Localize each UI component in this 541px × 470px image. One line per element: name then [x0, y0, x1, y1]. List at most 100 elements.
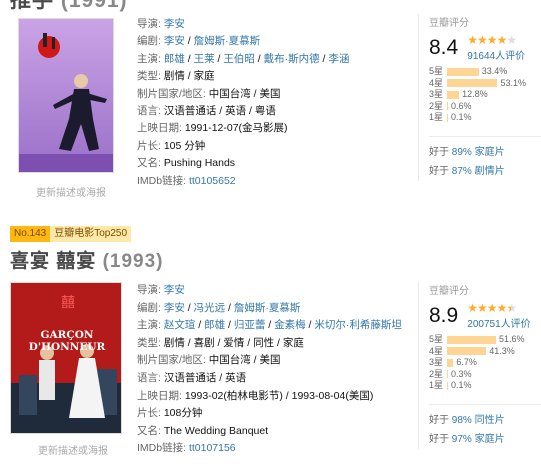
rating-stars-wrap: ★★★★★ 91644人评价	[467, 33, 525, 62]
release-value: 1991-12-07(金马影展)	[184, 122, 288, 135]
star-full-icon: ★	[477, 301, 488, 315]
histogram-star-label: 1星	[429, 112, 444, 122]
cast-link[interactable]: 赵文瑄	[164, 319, 196, 331]
movie-section-2: No.143 豆瓣电影Top250 喜宴 囍宴 (1993) 囍 GARÇON …	[0, 226, 541, 470]
cast-link[interactable]: 戴布·斯内德	[264, 53, 320, 65]
cast-link[interactable]: 李涵	[328, 53, 349, 65]
director-row: 导演: 李安	[137, 16, 407, 33]
histogram-percent: 41.3%	[489, 345, 515, 356]
histogram-percent: 51.6%	[499, 334, 525, 344]
rating-label: 豆瓣评分	[429, 286, 469, 297]
better-than: 好于 98% 同性片 好于 97% 家庭片	[429, 403, 541, 449]
histogram-bar	[447, 358, 454, 367]
writer-link[interactable]: 李安	[164, 35, 185, 47]
aka-row: 又名: The Wedding Banquet	[137, 423, 407, 441]
movie-info: 导演: 李安 编剧: 李安 / 詹姆斯·夏慕斯 主演: 郎雄 / 王莱 / 王伯…	[137, 16, 407, 190]
histogram-percent: 0.6%	[451, 100, 472, 111]
histogram-row: 1星 0.1%	[429, 380, 541, 392]
rating-summary: 8.4 ★★★★★ 91644人评价	[429, 33, 541, 62]
histogram-row: 1星 0.1%	[429, 112, 541, 124]
release-value: 1993-02(柏林电影节) / 1993-08-04(美国)	[184, 389, 374, 402]
top250-badge[interactable]: No.143 豆瓣电影Top250	[10, 226, 132, 242]
runtime-key: 片长:	[137, 139, 161, 152]
cast-link[interactable]: 金素梅	[274, 319, 306, 331]
director-link[interactable]: 李安	[164, 284, 185, 296]
release-key: 上映日期:	[137, 122, 182, 135]
writer-link[interactable]: 冯光远	[194, 302, 226, 314]
histogram-percent: 0.3%	[451, 368, 472, 379]
imdb-link[interactable]: tt0107156	[189, 442, 236, 454]
histogram-star-label: 1星	[429, 380, 444, 390]
writer-row: 编剧: 李安 / 詹姆斯·夏慕斯	[137, 35, 261, 48]
histogram-bar	[447, 347, 487, 356]
cast-link[interactable]: 王伯昭	[223, 53, 255, 65]
rating-score: 8.9	[429, 303, 459, 327]
rating-histogram: 5星 51.6% 4星 41.3% 3星 6.7% 2星 0.3% 1星 0.1%	[429, 334, 541, 392]
better-than-link[interactable]: 98% 同性片	[452, 415, 505, 426]
cast-row: 主演: 郎雄 / 王莱 / 王伯昭 / 戴布·斯内德 / 李涵	[137, 52, 350, 65]
runtime-key: 片长:	[137, 407, 161, 420]
movie-poster[interactable]	[18, 18, 114, 173]
histogram-percent: 53.1%	[500, 77, 526, 88]
country-row: 制片国家/地区: 中国台湾 / 美国	[137, 86, 407, 103]
writer-link[interactable]: 李安	[164, 302, 185, 314]
release-key: 上映日期:	[137, 389, 182, 402]
histogram-star-label: 4星	[429, 77, 444, 88]
histogram-bar	[447, 102, 448, 111]
histogram-row: 3星 6.7%	[429, 357, 541, 369]
cast-row: 主演: 赵文瑄 / 郎雄 / 归亚蕾 / 金素梅 / 米切尔·利希藤斯坦	[137, 319, 402, 332]
rating-panel: 豆瓣评分 8.9 ★★★★★ 200751人评价 5星 51.6% 4星 41.3% 3…	[418, 282, 541, 449]
writer-link[interactable]: 詹姆斯·夏慕斯	[194, 35, 261, 47]
director-link[interactable]: 李安	[164, 18, 185, 30]
runtime-value: 108分钟	[163, 407, 203, 420]
rating-label: 豆瓣评分	[429, 18, 469, 29]
genre-row: 类型: 剧情 / 家庭	[137, 68, 407, 85]
country-key: 制片国家/地区:	[137, 87, 206, 100]
histogram-star-label: 3星	[429, 357, 444, 367]
rating-summary: 8.9 ★★★★★ 200751人评价	[429, 301, 541, 330]
better-than-link[interactable]: 87% 剧情片	[452, 166, 505, 177]
poster-title-text: GARÇON D'HONNEUR	[28, 329, 106, 353]
rating-stars-wrap: ★★★★★ 200751人评价	[467, 301, 530, 330]
star-full-icon: ★	[477, 33, 488, 47]
histogram-bar	[447, 79, 498, 88]
director-row: 导演: 李安	[137, 282, 407, 300]
genre-value: 剧情 / 家庭	[163, 70, 215, 83]
update-poster-link[interactable]: 更新描述或海报	[36, 184, 106, 199]
imdb-link[interactable]: tt0105652	[189, 175, 236, 187]
rating-count-link[interactable]: 91644人评价	[467, 47, 525, 62]
histogram-row: 2星 0.3%	[429, 369, 541, 381]
poster-image: 囍	[11, 283, 121, 433]
language-row: 语言: 汉语普通话 / 英语 / 粤语	[137, 103, 407, 120]
star-full-icon: ★	[486, 33, 498, 47]
imdb-row: IMDb链接: tt0107156	[137, 440, 407, 458]
cast-link[interactable]: 郎雄	[204, 319, 225, 331]
cast-link[interactable]: 米切尔·利希藤斯坦	[314, 319, 402, 331]
histogram-row: 4星 41.3%	[429, 346, 541, 358]
poster-chinese-title: 囍	[61, 295, 75, 311]
cast-link[interactable]: 郎雄	[164, 53, 185, 65]
update-poster-link[interactable]: 更新描述或海报	[38, 442, 108, 457]
better-than-link[interactable]: 97% 家庭片	[452, 434, 505, 445]
histogram-bar	[447, 370, 448, 379]
top250-label: 豆瓣电影Top250	[50, 226, 132, 242]
better-than-row: 好于 89% 家庭片	[429, 143, 541, 162]
histogram-row: 5星 51.6%	[429, 334, 541, 346]
better-than-link[interactable]: 89% 家庭片	[452, 147, 505, 158]
rank-badge: No.143	[10, 226, 51, 242]
rating-count-link[interactable]: 200751人评价	[467, 315, 530, 330]
histogram-percent: 0.1%	[451, 112, 472, 122]
better-than-prefix: 好于	[429, 146, 452, 158]
star-full-icon: ★	[467, 301, 478, 315]
cast-link[interactable]: 归亚蕾	[234, 319, 266, 331]
histogram-row: 3星 12.8%	[429, 89, 541, 101]
histogram-star-label: 3星	[429, 89, 444, 99]
star-half-icon: ★	[506, 301, 517, 315]
writer-key: 编剧:	[137, 35, 161, 48]
movie-poster[interactable]: 囍 GARÇON D'HONNEUR	[10, 282, 122, 434]
cast-link[interactable]: 王莱	[194, 53, 215, 65]
histogram-percent: 0.1%	[451, 380, 472, 390]
movie-title: 喜宴 囍宴 (1993)	[10, 246, 163, 273]
writer-link[interactable]: 詹姆斯·夏慕斯	[234, 302, 301, 314]
movie-title-text: 喜宴 囍宴	[10, 251, 97, 272]
